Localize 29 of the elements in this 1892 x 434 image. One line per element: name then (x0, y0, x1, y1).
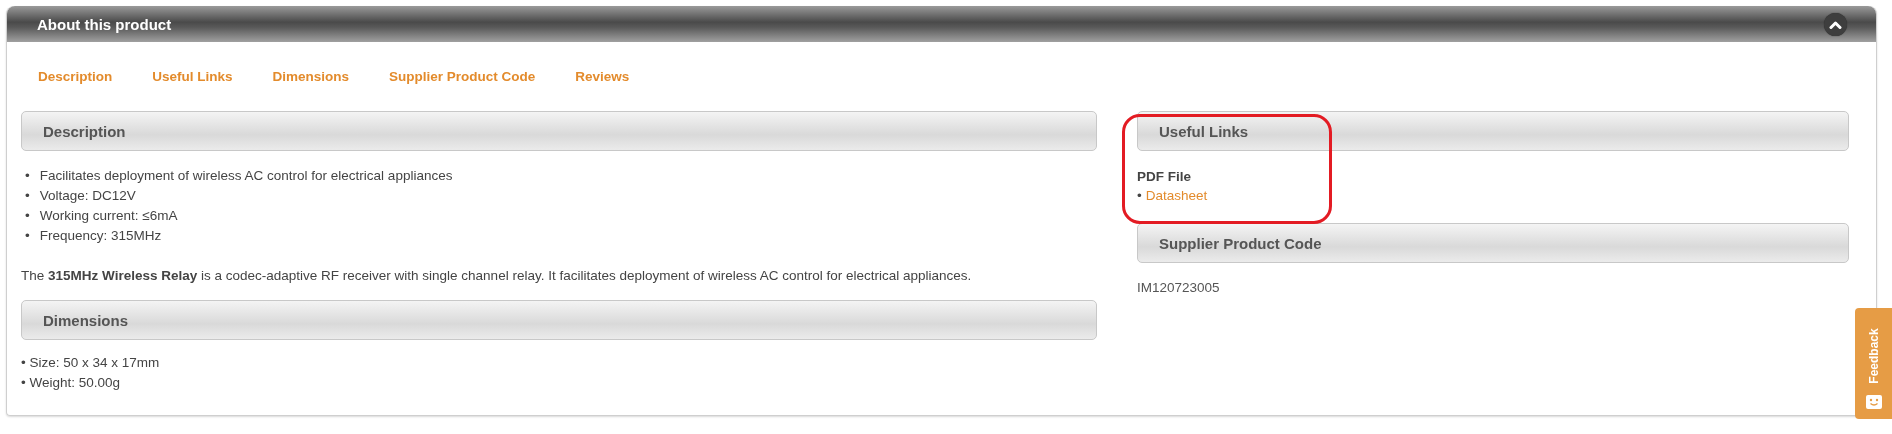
dimension-line: • Size: 50 x 34 x 17mm (21, 354, 161, 372)
bullet-item: Frequency: 315MHz (39, 227, 162, 245)
section-heading: Dimensions (21, 300, 1097, 340)
datasheet-link[interactable]: Datasheet (1145, 186, 1208, 205)
bullet: • (25, 187, 30, 205)
product-code: IM120723005 (1137, 279, 1221, 297)
section-heading: Supplier Product Code (1137, 223, 1849, 263)
collapse-button[interactable] (1824, 12, 1847, 36)
bullet: • (1137, 187, 1142, 205)
section-link[interactable]: Description (38, 68, 113, 111)
description-paragraph: The 315MHz Wireless Relay is a codec-adaptive RF receiver with single channel relay. It facilitates deployment of wireless AC control for electrical appliances. (21, 267, 973, 285)
bullet-item: Voltage: DC12V (39, 187, 136, 205)
bullet-item: Facilitates deployment of wireless AC control for electrical appliances (39, 167, 453, 185)
panel-title: About this product (37, 15, 172, 33)
bullet: • (25, 227, 30, 245)
bullet: • (25, 167, 30, 185)
bullet-item: Working current: ≤6mA (39, 207, 178, 225)
chevron-up-icon (1829, 19, 1842, 29)
section-heading: Description (21, 111, 1097, 151)
section-link[interactable]: Useful Links (152, 68, 233, 111)
group-label: PDF File (1137, 168, 1192, 186)
dimension-line: • Weight: 50.00g (21, 374, 122, 392)
feedback-tab[interactable]: Feedback (1855, 308, 1892, 419)
section-heading: Useful Links (1137, 111, 1849, 151)
smiley-chat-icon (1865, 395, 1882, 409)
section-link[interactable]: Supplier Product Code (389, 68, 536, 111)
bullet: • (25, 207, 30, 225)
section-link[interactable]: Reviews (575, 68, 630, 111)
section-link[interactable]: Dimensions (272, 68, 350, 111)
